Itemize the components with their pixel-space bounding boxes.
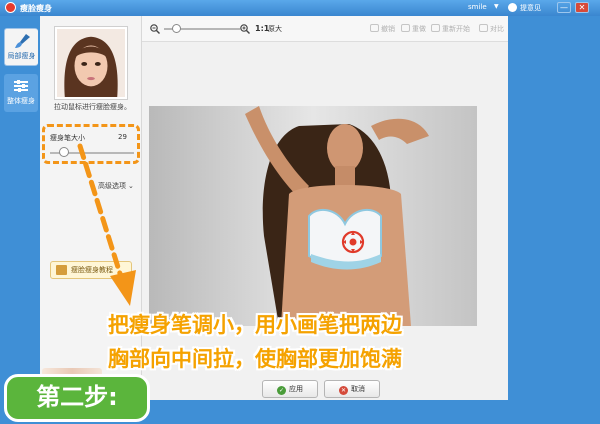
chevron-down-icon[interactable]: ▼ bbox=[494, 3, 499, 10]
tab-label: 整体瘦身 bbox=[7, 97, 35, 105]
user-menu[interactable]: smile bbox=[468, 3, 487, 11]
cancel-label: 取消 bbox=[351, 385, 365, 393]
zoom-in-icon[interactable] bbox=[240, 24, 250, 34]
compare-button[interactable]: 对比 bbox=[479, 24, 504, 34]
panel-hint: 拉动鼠标进行瘦脸瘦身。 bbox=[54, 103, 131, 111]
apply-label: 应用 bbox=[289, 385, 303, 393]
caption-line-1: 把瘦身笔调小，用小画笔把两边 bbox=[108, 313, 402, 337]
compare-icon bbox=[479, 24, 488, 32]
sliders-icon bbox=[14, 80, 28, 92]
undo-icon bbox=[370, 24, 379, 32]
tab-rail: 局部瘦身 整体瘦身 bbox=[0, 16, 40, 400]
window-right-frame bbox=[508, 16, 600, 400]
undo-button[interactable]: 撤销 bbox=[370, 24, 395, 34]
annotation-arrow bbox=[77, 143, 136, 306]
model-photo bbox=[149, 106, 477, 326]
title-bar: 瘦脸瘦身 smile ▼ 提意见 — ✕ bbox=[0, 0, 600, 16]
undo-label: 撤销 bbox=[381, 25, 395, 33]
caption-line-2: 胸部向中间拉，使胸部更加饱满 bbox=[108, 347, 402, 371]
restart-icon bbox=[431, 24, 440, 32]
feedback-icon[interactable] bbox=[508, 3, 517, 12]
actual-size-label[interactable]: 原大 bbox=[268, 24, 282, 34]
cancel-button[interactable]: ✕ 取消 bbox=[324, 380, 380, 398]
photo-canvas[interactable] bbox=[149, 106, 477, 326]
step-badge: 第二步: bbox=[4, 374, 150, 422]
redo-button[interactable]: 重做 bbox=[401, 24, 426, 34]
app-logo-icon bbox=[5, 2, 16, 13]
compare-label: 对比 bbox=[490, 25, 504, 33]
redo-label: 重做 bbox=[412, 25, 426, 33]
tab-local-slim[interactable]: 局部瘦身 bbox=[4, 28, 38, 66]
zoom-out-icon[interactable] bbox=[150, 24, 160, 34]
close-icon: ✕ bbox=[339, 386, 348, 395]
face-thumbnail bbox=[54, 26, 128, 100]
feedback-link[interactable]: 提意见 bbox=[520, 3, 541, 13]
window-title: 瘦脸瘦身 bbox=[20, 4, 52, 13]
redo-icon bbox=[401, 24, 410, 32]
restart-button[interactable]: 重新开始 bbox=[431, 24, 470, 34]
brush-cursor-icon bbox=[341, 230, 365, 254]
brush-icon bbox=[14, 34, 30, 48]
zoom-slider-handle[interactable] bbox=[172, 24, 181, 33]
tab-whole-slim[interactable]: 整体瘦身 bbox=[4, 74, 38, 112]
restart-label: 重新开始 bbox=[442, 25, 470, 33]
check-icon: ✓ bbox=[277, 386, 286, 395]
tab-label: 局部瘦身 bbox=[7, 52, 36, 60]
editor-footer: ✓ 应用 ✕ 取消 bbox=[142, 372, 508, 400]
editor-toolbar: 1:1 原大 撤销 重做 重新开始 对比 bbox=[142, 16, 508, 42]
apply-button[interactable]: ✓ 应用 bbox=[262, 380, 318, 398]
face-thumbnail-image bbox=[57, 29, 125, 97]
close-button[interactable]: ✕ bbox=[575, 2, 589, 13]
minimize-button[interactable]: — bbox=[557, 2, 571, 13]
